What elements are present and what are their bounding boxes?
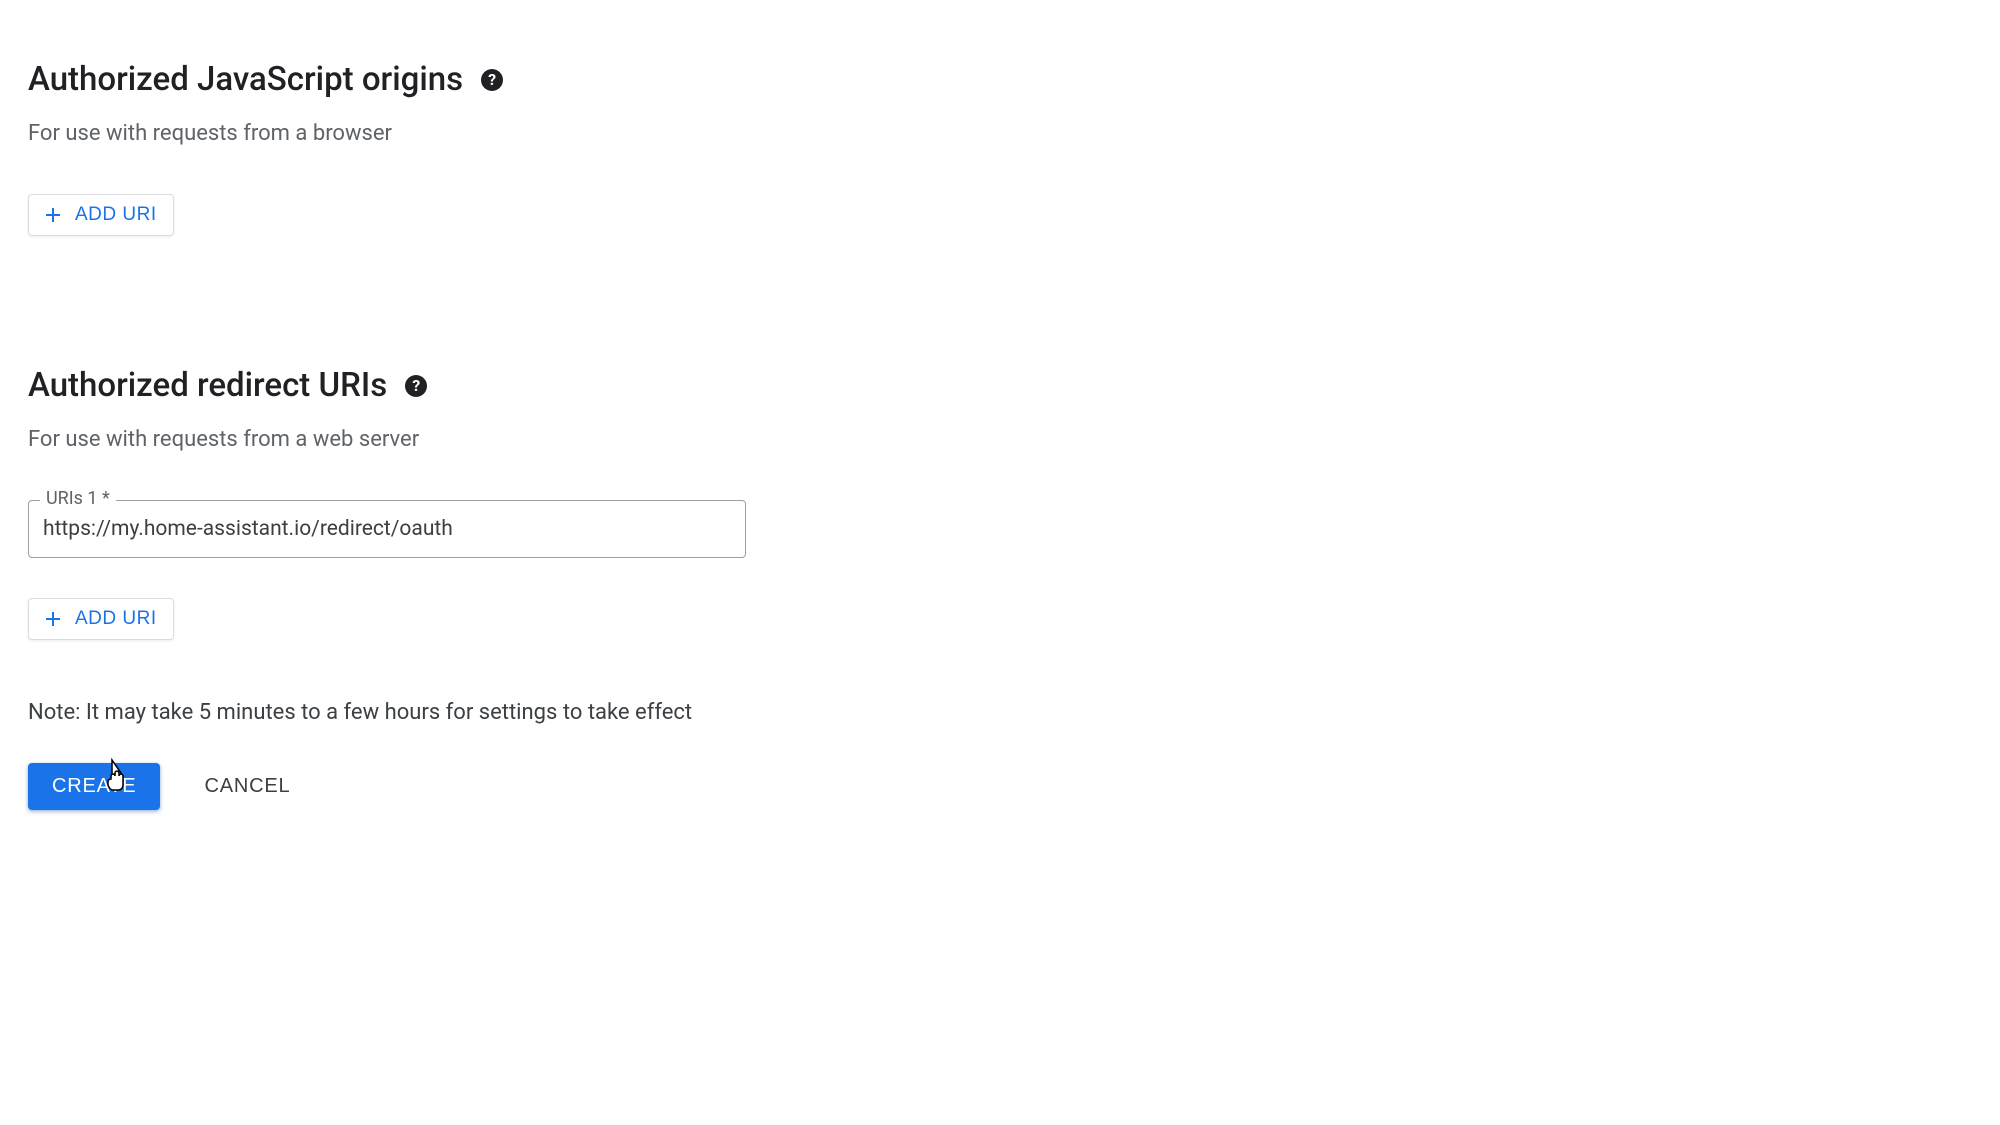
uri-input-label: URIs 1 * — [40, 488, 116, 509]
redirect-uris-subtitle: For use with requests from a web server — [28, 427, 1972, 452]
redirect-uris-section: Authorized redirect URIs ? For use with … — [28, 366, 1972, 810]
add-uri-button-js-origins[interactable]: ADD URI — [28, 194, 174, 236]
create-button[interactable]: CREATE — [28, 763, 160, 810]
note-text: Note: It may take 5 minutes to a few hou… — [28, 700, 1972, 725]
redirect-uris-title: Authorized redirect URIs — [28, 366, 387, 405]
plus-icon — [41, 203, 65, 227]
cancel-button[interactable]: CANCEL — [196, 763, 298, 810]
js-origins-title: Authorized JavaScript origins — [28, 60, 463, 99]
uri-input-wrapper: URIs 1 * — [28, 500, 746, 558]
add-uri-label: ADD URI — [75, 608, 157, 630]
plus-icon — [41, 607, 65, 631]
uri-input-1[interactable] — [28, 500, 746, 558]
help-icon[interactable]: ? — [481, 69, 503, 91]
redirect-uris-title-row: Authorized redirect URIs ? — [28, 366, 1972, 405]
add-uri-button-redirect[interactable]: ADD URI — [28, 598, 174, 640]
action-button-row: CREATE CANCEL — [28, 763, 1972, 810]
add-uri-label: ADD URI — [75, 204, 157, 226]
js-origins-title-row: Authorized JavaScript origins ? — [28, 60, 1972, 99]
js-origins-subtitle: For use with requests from a browser — [28, 121, 1972, 146]
help-icon[interactable]: ? — [405, 375, 427, 397]
js-origins-section: Authorized JavaScript origins ? For use … — [28, 60, 1972, 236]
